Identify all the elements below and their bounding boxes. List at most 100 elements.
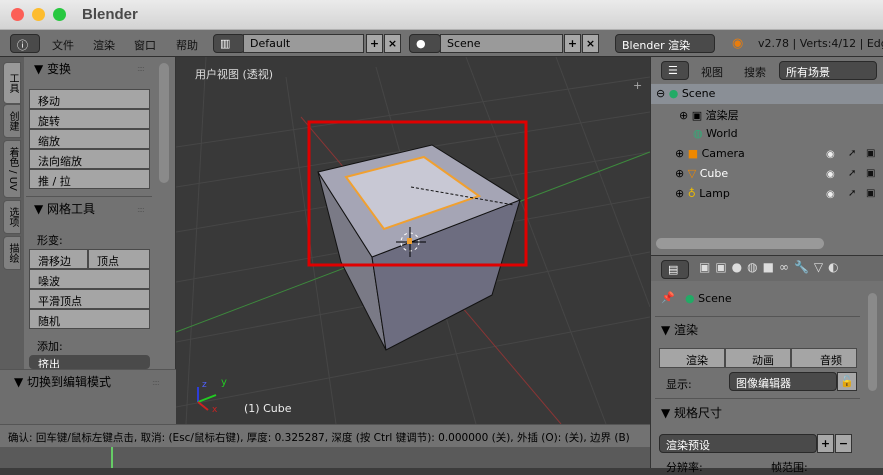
drag-handle-icon[interactable]: :::: bbox=[137, 64, 145, 73]
mesh-tools-panel-header[interactable]: ▼ 网格工具 bbox=[34, 200, 95, 217]
render-camera-icon[interactable]: ▣ bbox=[866, 188, 875, 199]
visibility-eye-icon[interactable]: ◉ bbox=[826, 169, 835, 180]
pin-icon[interactable]: 📌 bbox=[661, 291, 675, 304]
add-layout-button[interactable]: + bbox=[366, 34, 383, 53]
operator-panel-header[interactable]: ▼ 切换到编辑模式 bbox=[14, 373, 111, 390]
render-engine-select[interactable]: Blender 渲染 bbox=[615, 34, 715, 53]
select-arrow-icon[interactable]: ➚ bbox=[848, 148, 856, 159]
properties-toggle-plus-icon[interactable]: + bbox=[633, 79, 642, 92]
properties-editor-icon[interactable]: ▤ bbox=[661, 260, 689, 279]
editor-type-info-icon[interactable]: ⓘ bbox=[10, 34, 40, 53]
audio-button[interactable]: 音频 bbox=[791, 348, 857, 368]
tab-create[interactable]: 创建 bbox=[3, 104, 21, 138]
vertex-slide-button[interactable]: 顶点 bbox=[88, 249, 150, 269]
mesh-tools-title: 网格工具 bbox=[47, 202, 96, 216]
outliner-filter-select[interactable]: 所有场景 bbox=[779, 61, 877, 80]
menu-file[interactable]: 文件 bbox=[52, 37, 74, 53]
dimensions-panel-header[interactable]: ▼ 规格尺寸 bbox=[661, 404, 722, 421]
render-button[interactable]: 渲染 bbox=[659, 348, 725, 368]
outliner-item-world[interactable]: ◍ World bbox=[651, 124, 883, 144]
properties-scrollbar[interactable] bbox=[868, 293, 877, 391]
item-label: Scene bbox=[681, 87, 716, 100]
3d-viewport[interactable]: 用户视图 (透视) z y x (1) Cube + bbox=[176, 57, 650, 424]
close-window-button[interactable] bbox=[11, 8, 24, 21]
scene-stats: v2.78 | Verts:4/12 | Edge bbox=[758, 37, 883, 50]
operator-title: 切换到编辑模式 bbox=[27, 375, 112, 389]
layout-field[interactable]: Default bbox=[243, 34, 364, 53]
scene-icon[interactable]: ● bbox=[409, 34, 441, 53]
tab-options[interactable]: 选项 bbox=[3, 200, 21, 234]
x-axis-label: x bbox=[212, 405, 218, 415]
tab-shading-uv[interactable]: 着色 / UV bbox=[3, 140, 21, 198]
outliner-scrollbar[interactable] bbox=[656, 238, 824, 249]
outliner-menu-view[interactable]: 视图 bbox=[701, 64, 723, 80]
deform-label: 形变: bbox=[37, 234, 63, 247]
outliner-item-render-layers[interactable]: ⊕ ▣ 渲染层 bbox=[651, 104, 883, 124]
outliner-tree: ⊖ ● Scene ⊕ ▣ 渲染层 ◍ World ⊕ ■ Camera ⊕ ▽… bbox=[651, 83, 883, 263]
minimize-window-button[interactable] bbox=[32, 8, 45, 21]
smooth-vertex-button[interactable]: 平滑顶点 bbox=[29, 289, 150, 309]
move-button[interactable]: 移动 bbox=[29, 89, 150, 109]
visibility-eye-icon[interactable]: ◉ bbox=[826, 149, 835, 160]
remove-scene-button[interactable]: × bbox=[582, 34, 599, 53]
shrink-fatten-button[interactable]: 法向缩放 bbox=[29, 149, 150, 169]
timeline[interactable] bbox=[0, 447, 650, 468]
rotate-button[interactable]: 旋转 bbox=[29, 109, 150, 129]
item-label: Cube bbox=[699, 167, 729, 180]
drag-handle-icon[interactable]: :::: bbox=[137, 205, 145, 214]
outliner-editor-icon[interactable]: ☰ bbox=[661, 61, 689, 80]
display-select[interactable]: 图像编辑器 bbox=[729, 372, 837, 391]
blender-logo-icon: ◉ bbox=[732, 36, 744, 51]
context-scene-label: Scene bbox=[698, 292, 732, 305]
scale-button[interactable]: 缩放 bbox=[29, 129, 150, 149]
add-scene-button[interactable]: + bbox=[564, 34, 581, 53]
current-frame-marker[interactable] bbox=[111, 447, 113, 468]
render-camera-icon[interactable]: ▣ bbox=[866, 168, 875, 179]
item-label: Camera bbox=[701, 147, 745, 160]
object-label: (1) Cube bbox=[244, 402, 292, 415]
operator-panel: ▼ 切换到编辑模式 :::: bbox=[0, 369, 176, 424]
remove-preset-button[interactable]: − bbox=[835, 434, 852, 453]
select-arrow-icon[interactable]: ➚ bbox=[848, 188, 856, 199]
edge-slide-button[interactable]: 滑移边线 bbox=[29, 249, 88, 284]
visibility-eye-icon[interactable]: ◉ bbox=[826, 189, 835, 200]
add-label: 添加: bbox=[37, 340, 63, 353]
transform-title: 变换 bbox=[47, 62, 72, 76]
title-bar: Blender bbox=[0, 0, 883, 30]
render-camera-icon[interactable]: ▣ bbox=[866, 148, 875, 159]
maximize-window-button[interactable] bbox=[53, 8, 66, 21]
viewport-scene bbox=[176, 57, 650, 424]
transform-panel-header[interactable]: ▼ 变换 bbox=[34, 60, 71, 77]
item-label: Lamp bbox=[699, 187, 730, 200]
info-header: ⓘ 文件 渲染 窗口 帮助 ▥ Default + × ● Scene + × … bbox=[0, 30, 883, 57]
menu-window[interactable]: 窗口 bbox=[134, 37, 156, 53]
push-pull-button[interactable]: 推 / 拉 bbox=[29, 169, 150, 189]
properties-header: ▤ ▣▣●◍■∞🔧▽◐ bbox=[651, 255, 883, 281]
z-axis-label: z bbox=[202, 380, 207, 390]
tab-tools[interactable]: 工具 bbox=[3, 62, 21, 104]
scrollbar[interactable] bbox=[159, 63, 169, 183]
context-scene: ● Scene bbox=[685, 292, 732, 305]
menu-render[interactable]: 渲染 bbox=[93, 37, 115, 53]
noise-button[interactable]: 噪波 bbox=[29, 269, 150, 289]
frame-range-label: 帧范围: bbox=[771, 461, 808, 474]
view-label: 用户视图 (透视) bbox=[195, 68, 274, 81]
select-arrow-icon[interactable]: ➚ bbox=[848, 168, 856, 179]
randomize-button[interactable]: 随机 bbox=[29, 309, 150, 329]
layout-icon[interactable]: ▥ bbox=[213, 34, 245, 53]
extrude-select[interactable]: 挤出 bbox=[29, 355, 150, 369]
render-panel-header[interactable]: ▼ 渲染 bbox=[661, 321, 698, 338]
tab-grease-pencil[interactable]: 描绘 bbox=[3, 236, 21, 270]
remove-layout-button[interactable]: × bbox=[384, 34, 401, 53]
dimensions-title: 规格尺寸 bbox=[674, 406, 723, 420]
add-preset-button[interactable]: + bbox=[817, 434, 834, 453]
render-preset-select[interactable]: 渲染预设 bbox=[659, 434, 817, 453]
scene-field[interactable]: Scene bbox=[440, 34, 563, 53]
drag-handle-icon[interactable]: :::: bbox=[152, 378, 160, 387]
outliner-item-scene[interactable]: ⊖ ● Scene bbox=[651, 84, 883, 104]
animation-button[interactable]: 动画 bbox=[725, 348, 791, 368]
properties-context-tabs[interactable]: ▣▣●◍■∞🔧▽◐ bbox=[699, 260, 883, 279]
lock-icon[interactable]: 🔓 bbox=[837, 372, 857, 391]
outliner-menu-search[interactable]: 搜索 bbox=[744, 64, 766, 80]
menu-help[interactable]: 帮助 bbox=[176, 37, 198, 53]
